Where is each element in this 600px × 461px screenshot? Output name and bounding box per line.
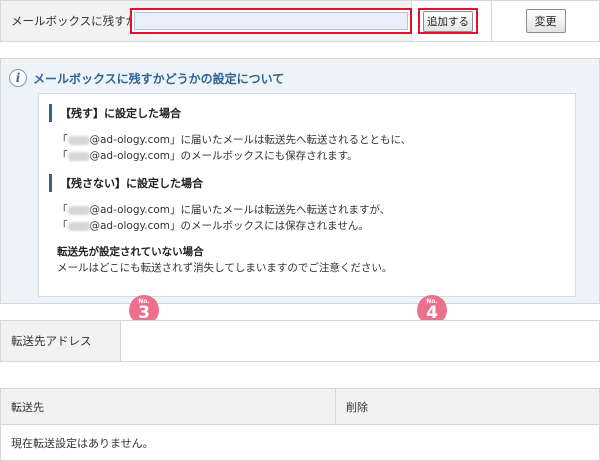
info-content: 【残す】に設定した場合 「@ad-ology.com」に届いたメールは転送先へ転…	[38, 93, 576, 297]
mailbox-setting-action: 変更	[492, 1, 599, 41]
nokeep-case-line-1: 「@ad-ology.com」に届いたメールは転送先へ転送されますが、	[57, 204, 391, 216]
nokeep-case-line-2: 「@ad-ology.com」のメールボックスには保存されません。	[57, 220, 369, 232]
redacted-username	[67, 135, 90, 145]
redacted-username	[67, 205, 90, 215]
info-panel: i メールボックスに残すかどうかの設定について 【残す】に設定した場合 「@ad…	[0, 58, 600, 304]
column-header-forward-to: 転送先	[0, 388, 336, 425]
table-row: 現在転送設定はありません。	[0, 424, 600, 461]
empty-message: 現在転送設定はありません。	[0, 424, 600, 461]
keep-case-heading: 【残す】に設定した場合	[49, 104, 181, 122]
forward-table: 転送先 削除 現在転送設定はありません。	[0, 388, 600, 461]
forward-address-row: 転送先アドレス	[0, 320, 600, 362]
keep-case-line-2: 「@ad-ology.com」のメールボックスにも保存されます。	[57, 150, 358, 162]
info-title: メールボックスに残すかどうかの設定について	[33, 71, 285, 86]
keep-case-line-1: 「@ad-ology.com」に届いたメールは転送先へ転送されるとともに、	[57, 134, 412, 146]
redacted-username	[67, 151, 90, 161]
forward-address-input[interactable]	[134, 12, 408, 30]
info-header: i メールボックスに残すかどうかの設定について	[9, 68, 284, 88]
column-header-delete: 削除	[335, 388, 600, 425]
redacted-username	[67, 221, 90, 231]
nokeep-case-heading: 【残さない】に設定した場合	[49, 174, 203, 192]
info-icon: i	[9, 69, 27, 87]
note-text: メールはどこにも転送されず消失してしまいますのでご注意ください。	[57, 262, 393, 274]
add-button-highlight: 追加する	[418, 8, 478, 34]
forward-address-label: 転送先アドレス	[1, 321, 121, 361]
change-button[interactable]: 変更	[525, 9, 566, 33]
forward-address-highlight	[130, 8, 412, 34]
add-button[interactable]: 追加する	[423, 10, 473, 32]
note-heading: 転送先が設定されていない場合	[57, 246, 204, 258]
table-header-row: 転送先 削除	[0, 388, 600, 425]
